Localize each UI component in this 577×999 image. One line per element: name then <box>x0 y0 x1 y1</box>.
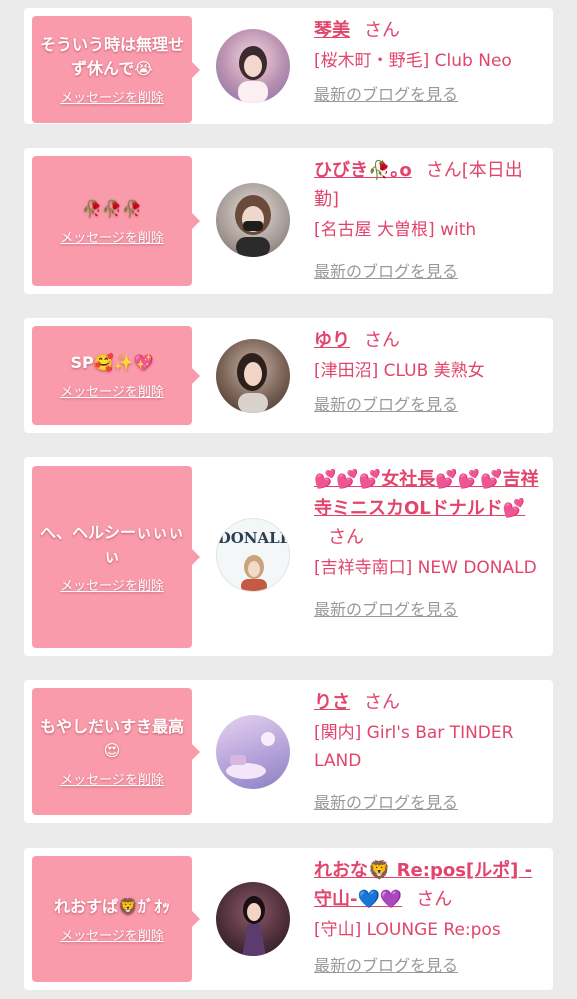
latest-blog-link[interactable]: 最新のブログを見る <box>314 81 458 105</box>
cast-info: れおな🦁 Re:pos[ルポ] -守山-💙💜 さん [守山] LOUNGE Re:… <box>314 856 544 976</box>
cast-name-link[interactable]: りさ <box>314 692 350 713</box>
message-text: そういう時は無理せず休んで😭 <box>40 35 185 78</box>
message-card: SP🥰✨💖 メッセージを削除 ゆり さん [津田沼] CLUB 美熟女 最新のブロ… <box>24 318 553 433</box>
avatar[interactable] <box>216 882 290 956</box>
message-bubble: SP🥰✨💖 メッセージを削除 <box>32 326 200 425</box>
honorific: さん <box>416 889 453 910</box>
message-text: へ、ヘルシーぃぃぃぃ <box>40 522 185 566</box>
message-card: 🥀🥀🥀 メッセージを削除 ひびき🥀｡o さん[本日出勤] [名古屋 大曽根] wi… <box>24 148 553 294</box>
latest-blog-link[interactable]: 最新のブログを見る <box>314 789 458 813</box>
message-card: へ、ヘルシーぃぃぃぃ メッセージを削除 DONALL 💕💕💕女社長💕💕💕吉祥寺ミ… <box>24 457 553 656</box>
honorific: さん <box>425 160 462 181</box>
avatar[interactable] <box>216 715 290 789</box>
message-text: れおすぱ🦁ｶﾞｵｯ <box>54 896 170 916</box>
message-text: SP🥰✨💖 <box>70 353 154 372</box>
message-bubble: へ、ヘルシーぃぃぃぃ メッセージを削除 <box>32 466 200 648</box>
latest-blog-link[interactable]: 最新のブログを見る <box>314 596 458 620</box>
cast-name-link[interactable]: 💕💕💕女社長💕💕💕吉祥寺ミニスカOLドナルド💕 <box>314 469 538 519</box>
delete-message-link[interactable]: メッセージを削除 <box>60 87 164 106</box>
shop-name: [名古屋 大曽根] with <box>314 220 477 240</box>
cast-name-link[interactable]: 琴美 <box>314 20 350 41</box>
cast-info: りさ さん [関内] Girl's Bar TINDER LAND 最新のブログを… <box>314 688 544 813</box>
delete-message-link[interactable]: メッセージを削除 <box>60 925 164 944</box>
cast-name-link[interactable]: ひびき🥀｡o <box>314 160 412 181</box>
message-card: れおすぱ🦁ｶﾞｵｯ メッセージを削除 れおな🦁 Re:pos[ルポ] -守山-💙… <box>24 848 553 990</box>
avatar[interactable]: DONALL <box>216 518 290 592</box>
cast-info: 💕💕💕女社長💕💕💕吉祥寺ミニスカOLドナルド💕 さん [吉祥寺南口] NEW DO… <box>314 465 544 620</box>
shop-name: [桜木町・野毛] Club Neo <box>314 51 512 71</box>
message-card: そういう時は無理せず休んで😭 メッセージを削除 琴美 さん [桜木町・野毛] Cl… <box>24 8 553 124</box>
delete-message-link[interactable]: メッセージを削除 <box>60 381 164 400</box>
shop-name: [吉祥寺南口] NEW DONALD <box>314 558 537 578</box>
honorific: さん <box>364 330 400 351</box>
avatar[interactable] <box>216 183 290 257</box>
honorific: さん <box>328 527 364 548</box>
delete-message-link[interactable]: メッセージを削除 <box>60 575 164 594</box>
cast-info: 琴美 さん [桜木町・野毛] Club Neo 最新のブログを見る <box>314 16 544 105</box>
message-card: もやしだいすき最高😍 メッセージを削除 りさ さん [関内] Girl's Bar… <box>24 680 553 823</box>
cast-info: ゆり さん [津田沼] CLUB 美熟女 最新のブログを見る <box>314 326 544 415</box>
message-bubble: 🥀🥀🥀 メッセージを削除 <box>32 156 200 286</box>
shop-name: [津田沼] CLUB 美熟女 <box>314 361 485 381</box>
avatar-logo-text: DONALL <box>218 529 290 547</box>
delete-message-link[interactable]: メッセージを削除 <box>60 769 164 788</box>
cast-name-link[interactable]: ゆり <box>314 330 350 351</box>
honorific: さん <box>364 20 400 41</box>
message-text: 🥀🥀🥀 <box>82 198 142 218</box>
latest-blog-link[interactable]: 最新のブログを見る <box>314 391 458 415</box>
message-text: もやしだいすき最高😍 <box>40 717 185 760</box>
message-bubble: もやしだいすき最高😍 メッセージを削除 <box>32 688 200 815</box>
message-bubble: れおすぱ🦁ｶﾞｵｯ メッセージを削除 <box>32 856 200 982</box>
honorific: さん <box>364 692 400 713</box>
latest-blog-link[interactable]: 最新のブログを見る <box>314 258 458 282</box>
delete-message-link[interactable]: メッセージを削除 <box>60 227 164 246</box>
shop-name: [守山] LOUNGE Re:pos <box>314 920 501 940</box>
avatar[interactable] <box>216 29 290 103</box>
shop-name: [関内] Girl's Bar TINDER LAND <box>314 723 514 771</box>
message-bubble: そういう時は無理せず休んで😭 メッセージを削除 <box>32 16 200 123</box>
latest-blog-link[interactable]: 最新のブログを見る <box>314 952 458 976</box>
avatar[interactable] <box>216 339 290 413</box>
cast-info: ひびき🥀｡o さん[本日出勤] [名古屋 大曽根] with 最新のブログを見る <box>314 156 544 282</box>
